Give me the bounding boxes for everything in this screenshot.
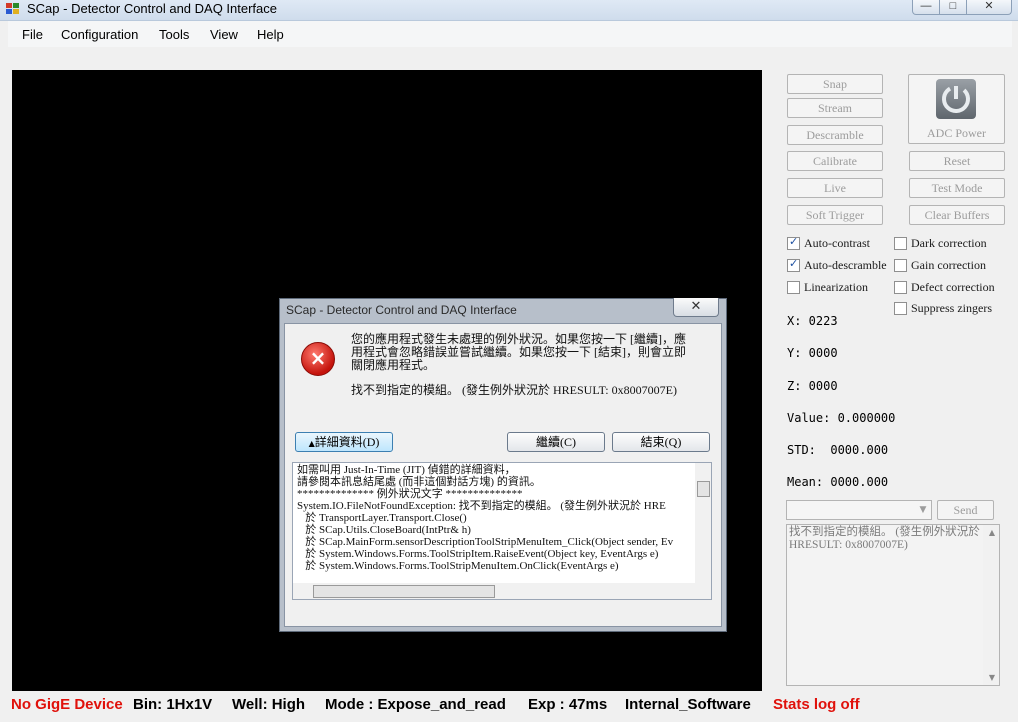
log-scrollbar[interactable] — [983, 525, 999, 685]
calibrate-button[interactable]: Calibrate — [787, 151, 883, 171]
dialog-message: 您的應用程式發生未處理的例外狀況。如果您按一下 [繼續]，應 用程式會忽略錯誤並… — [351, 333, 686, 372]
quit-button[interactable]: 結束(Q) — [612, 432, 710, 452]
linearization-checkbox[interactable] — [787, 281, 800, 294]
details-line: 於 System.Windows.Forms.ToolStripItem.Rai… — [297, 548, 659, 560]
close-window-button[interactable]: ✕ — [966, 0, 1012, 15]
live-button[interactable]: Live — [787, 178, 883, 198]
device-status: No GigE Device — [11, 696, 123, 713]
dialog-error-line: 找不到指定的模組。 (發生例外狀況於 HRESULT: 0x8007007E) — [351, 383, 677, 397]
auto-descramble-checkbox[interactable] — [787, 257, 800, 272]
suppress-zingers-checkbox[interactable] — [894, 302, 907, 315]
dialog-close-button[interactable]: ✕ — [673, 298, 719, 317]
reset-button[interactable]: Reset — [909, 151, 1005, 171]
suppress-zingers-label: Suppress zingers — [911, 301, 992, 315]
details-text: 如需叫用 Just-In-Time (JIT) 偵錯的詳細資料， 請參閱本訊息結… — [297, 464, 673, 572]
minimize-button[interactable]: — — [912, 0, 940, 15]
menu-file[interactable]: File — [22, 27, 43, 42]
details-button[interactable]: ▲詳細資料(D) — [295, 432, 393, 452]
snap-button[interactable]: Snap — [787, 74, 883, 94]
dialog-title: SCap - Detector Control and DAQ Interfac… — [286, 303, 517, 317]
dialog-message-line: 關閉應用程式。 — [351, 358, 436, 372]
stats-log-status[interactable]: Stats log off — [773, 696, 860, 713]
details-textbox[interactable]: 如需叫用 Just-In-Time (JIT) 偵錯的詳細資料， 請參閱本訊息結… — [292, 462, 712, 600]
stream-button[interactable]: Stream — [787, 98, 883, 118]
x-readout: X: 0223 — [787, 314, 838, 328]
details-line: 於 TransportLayer.Transport.Close() — [297, 512, 467, 524]
mean-readout: Mean: 0000.000 — [787, 475, 889, 489]
details-line: 於 SCap.MainForm.sensorDescriptionToolStr… — [297, 536, 674, 548]
window-title: SCap - Detector Control and DAQ Interfac… — [27, 1, 278, 16]
hscroll-thumb[interactable] — [313, 585, 495, 598]
auto-contrast-checkbox[interactable] — [787, 235, 800, 250]
defect-correction-label: Defect correction — [911, 280, 995, 294]
continue-button[interactable]: 繼續(C) — [507, 432, 605, 452]
auto-descramble-label: Auto-descramble — [804, 258, 887, 272]
bin-status: Bin: 1Hx1V — [133, 696, 213, 713]
log-text: 找不到指定的模組。 (發生例外狀況於 HRESULT: 0x8007007E) — [789, 526, 980, 551]
defect-correction-checkbox[interactable] — [894, 281, 907, 294]
value-readout: Value: 0.000000 — [787, 411, 896, 425]
details-line: 於 System.Windows.Forms.ToolStripMenuItem… — [297, 560, 619, 572]
mode-status: Mode : Expose_and_read — [325, 696, 506, 713]
details-line: ************** 例外狀況文字 ************** — [297, 488, 523, 500]
details-line: 請參閱本訊息結尾處 (而非這個對話方塊) 的資訊。 — [297, 476, 541, 488]
details-hscrollbar[interactable] — [293, 583, 695, 599]
vscroll-thumb[interactable] — [697, 481, 710, 497]
gain-correction-label: Gain correction — [911, 258, 986, 272]
menu-configuration[interactable]: Configuration — [61, 27, 138, 42]
linearization-label: Linearization — [804, 280, 868, 294]
trigger-status: Internal_Software — [625, 696, 751, 713]
clear-buffers-button[interactable]: Clear Buffers — [909, 205, 1005, 225]
details-vscrollbar[interactable] — [695, 463, 711, 599]
soft-trigger-button[interactable]: Soft Trigger — [787, 205, 883, 225]
adc-power-label: ADC Power — [927, 126, 986, 140]
details-line: System.IO.FileNotFoundException: 找不到指定的模… — [297, 500, 666, 512]
error-icon: × — [301, 342, 335, 376]
test-mode-button[interactable]: Test Mode — [909, 178, 1005, 198]
log-textbox[interactable]: 找不到指定的模組。 (發生例外狀況於 HRESULT: 0x8007007E) … — [786, 524, 1000, 686]
y-readout: Y: 0000 — [787, 346, 838, 360]
gain-correction-checkbox[interactable] — [894, 259, 907, 272]
scroll-up-icon[interactable]: ▲ — [989, 528, 995, 537]
chevron-down-icon[interactable]: ▼ — [915, 501, 931, 519]
dark-correction-checkbox[interactable] — [894, 237, 907, 250]
menu-tools[interactable]: Tools — [159, 27, 189, 42]
scroll-down-icon[interactable]: ▼ — [989, 673, 995, 682]
dark-correction-label: Dark correction — [911, 236, 987, 250]
maximize-button[interactable]: □ — [939, 0, 967, 15]
std-readout: STD: 0000.000 — [787, 443, 889, 457]
details-line: 如需叫用 Just-In-Time (JIT) 偵錯的詳細資料， — [297, 464, 516, 476]
details-button-label: 詳細資料(D) — [314, 435, 380, 449]
menu-view[interactable]: View — [210, 27, 238, 42]
command-combo[interactable]: ▼ — [786, 500, 932, 520]
adc-power-button[interactable]: ADC Power — [908, 74, 1005, 144]
z-readout: Z: 0000 — [787, 379, 838, 393]
well-status: Well: High — [232, 696, 306, 713]
power-icon — [936, 79, 976, 119]
descramble-button[interactable]: Descramble — [787, 125, 883, 145]
exposure-status: Exp : 47ms — [528, 696, 608, 713]
auto-contrast-label: Auto-contrast — [804, 236, 870, 250]
send-button[interactable]: Send — [937, 500, 994, 520]
app-icon — [6, 3, 20, 15]
details-line: 於 SCap.Utils.CloseBoard(IntPtr& h) — [297, 524, 471, 536]
menu-help[interactable]: Help — [257, 27, 284, 42]
